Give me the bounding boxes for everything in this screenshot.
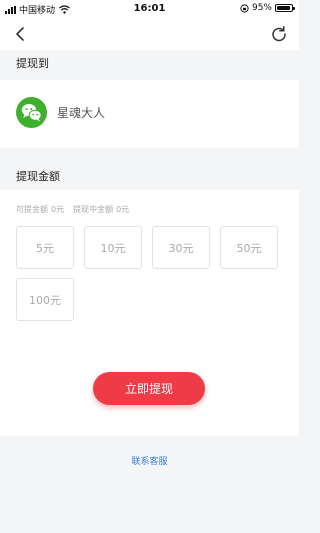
amount-option-10[interactable]: 10元 — [84, 226, 142, 269]
chevron-left-icon — [16, 27, 24, 41]
back-button[interactable] — [12, 25, 30, 43]
withdraw-now-button[interactable]: 立即提现 — [93, 372, 205, 405]
status-right: 95% — [240, 3, 295, 13]
battery-percent: 95% — [251, 3, 272, 13]
withdraw-amount-header: 提现金额 — [16, 170, 60, 183]
amount-option-50[interactable]: 50元 — [220, 226, 278, 269]
nav-bar — [0, 18, 299, 50]
refresh-button[interactable] — [270, 25, 288, 43]
withdraw-account-card[interactable]: 星魂大人 — [0, 80, 299, 148]
withdraw-amount-card: 可提金额 0元 提现中金额 0元 5元 10元 30元 50元 100元 立即提… — [0, 190, 299, 436]
amount-option-100[interactable]: 100元 — [16, 278, 74, 321]
account-name: 星魂大人 — [57, 106, 106, 120]
contact-support-link[interactable]: 联系客服 — [0, 454, 299, 467]
available-label: 可提金额 — [16, 205, 48, 214]
available-value: 0元 — [51, 205, 65, 214]
amount-option-30[interactable]: 30元 — [152, 226, 210, 269]
wechat-icon — [16, 97, 47, 128]
pending-value: 0元 — [116, 205, 130, 214]
orientation-lock-icon — [240, 3, 249, 13]
balance-info: 可提金额 0元 提现中金额 0元 — [16, 204, 129, 215]
status-bar: 中国移动 16:01 95% — [0, 0, 299, 18]
pending-label: 提现中金额 — [73, 205, 114, 214]
battery-icon — [275, 4, 295, 12]
amount-option-5[interactable]: 5元 — [16, 226, 74, 269]
refresh-icon — [272, 26, 286, 42]
withdraw-to-header: 提现到 — [16, 57, 49, 70]
